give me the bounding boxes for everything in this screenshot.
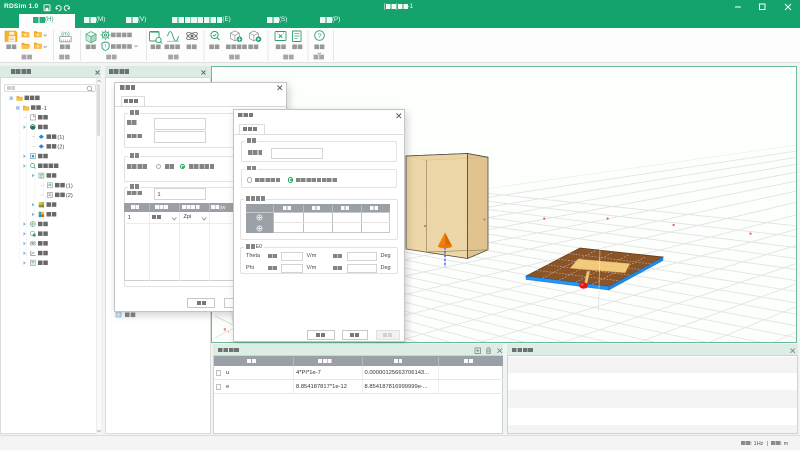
svg-text:(2): (2): [66, 193, 73, 199]
svg-text:(1): (1): [57, 135, 64, 141]
svg-text:?: ?: [318, 33, 322, 40]
svg-text:(2): (2): [57, 145, 64, 151]
svg-text:(1): (1): [66, 184, 73, 190]
svg-text:-1: -1: [42, 106, 47, 112]
svg-text:!: !: [105, 44, 106, 50]
svg-text:x: x: [224, 327, 227, 333]
